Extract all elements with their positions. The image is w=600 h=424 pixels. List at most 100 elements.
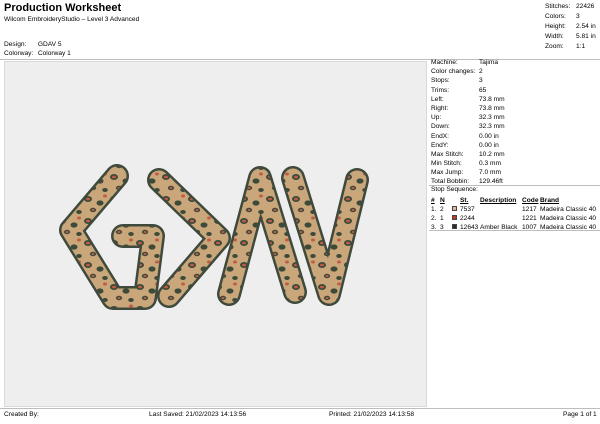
info-row: Min Stitch: 0.3 mm	[431, 160, 599, 169]
row-description	[480, 205, 522, 214]
info-label: Machine:	[431, 59, 458, 66]
info-label: Color changes:	[431, 68, 476, 76]
col-brand: Brand	[540, 197, 560, 204]
info-value: 129.46ft	[479, 178, 503, 186]
row-brand: Madeira Classic 40	[540, 215, 597, 222]
info-row: Left: 73.8 mm	[431, 96, 599, 105]
info-row: Right: 73.8 mm	[431, 105, 599, 114]
table-row: 1. 2 7537 1217 Madeira Classic 40	[431, 205, 599, 214]
barcode	[4, 25, 62, 38]
stat-value: 22426	[576, 3, 595, 10]
stat-label: Width:	[545, 33, 564, 40]
info-label: Right:	[431, 104, 449, 112]
row-code: 1217	[522, 206, 537, 213]
design-preview	[4, 61, 427, 407]
stop-sequence-title: Stop Sequence:	[431, 186, 478, 193]
letters-group	[59, 164, 369, 310]
col-description: Description	[480, 197, 517, 204]
colorway-label: Colorway:	[4, 50, 34, 57]
table-row: 2. 1 2244 1221 Madeira Classic 40	[431, 214, 599, 223]
info-value: Tajima	[479, 59, 499, 66]
stat-value: 5.81 in	[576, 33, 596, 40]
info-row: Max Stitch: 10.2 mm	[431, 151, 599, 160]
info-value: 2	[479, 68, 483, 76]
stat-row-zoom: Zoom: 1:1	[545, 43, 599, 53]
info-row: EndY: 0.00 in	[431, 142, 599, 151]
stat-label: Zoom:	[545, 43, 564, 50]
col-n: N	[440, 197, 445, 204]
printed-date: Printed: 21/02/2023 14:13:58	[329, 411, 415, 418]
row-description	[480, 214, 522, 223]
page-number: Page 1 of 1	[563, 411, 597, 418]
info-value: 73.8 mm	[479, 95, 505, 103]
letter-g	[59, 164, 165, 310]
info-row: Trims: 65	[431, 87, 599, 96]
col-swatch	[452, 196, 460, 205]
color-swatch	[452, 206, 457, 211]
stat-row-width: Width: 5.81 in	[545, 33, 599, 43]
info-value: 0.00 in	[479, 141, 499, 149]
info-value: 32.3 mm	[479, 114, 505, 122]
info-label: Min Stitch:	[431, 160, 462, 168]
colorway-row: Colorway: Colorway 1	[4, 50, 71, 57]
row-st: 2244	[460, 215, 475, 222]
row-n: 2	[440, 206, 444, 213]
stop-table-header: # N St. Description Code Brand	[431, 196, 599, 205]
info-label: Trims:	[431, 86, 450, 94]
stat-label: Stitches:	[545, 3, 571, 10]
page-title: Production Worksheet	[4, 2, 122, 14]
stat-row-colors: Colors: 3	[545, 13, 599, 23]
embroidery-design	[59, 164, 369, 310]
footer-divider	[0, 408, 600, 409]
software-name: Wilcom EmbroideryStudio – Level 3 Advanc…	[4, 16, 140, 23]
info-value: 3	[479, 77, 483, 85]
row-code: 1221	[522, 215, 537, 222]
stat-label: Colors:	[545, 13, 566, 20]
stat-label: Height:	[545, 23, 566, 30]
row-brand: Madeira Classic 40	[540, 206, 597, 213]
letter-greater-than	[147, 168, 231, 308]
info-row: EndX: 0.00 in	[431, 133, 599, 142]
stat-row-height: Height: 2.54 in	[545, 23, 599, 33]
info-label: Stops:	[431, 77, 450, 85]
letter-lambda	[217, 166, 307, 306]
color-swatch	[452, 215, 457, 220]
info-label: Left:	[431, 95, 444, 103]
info-value: 0.00 in	[479, 132, 499, 140]
swatch-cell	[452, 205, 460, 214]
row-n: 1	[440, 215, 444, 222]
info-label: Up:	[431, 114, 442, 122]
stop-sequence-table: # N St. Description Code Brand 1. 2 7537…	[431, 196, 599, 232]
row-num: 1.	[431, 206, 437, 213]
info-row: Stops: 3	[431, 77, 599, 86]
created-by: Created By:	[4, 411, 39, 418]
stat-value: 1:1	[576, 43, 586, 50]
design-name-row: Design: GDAV 5	[4, 41, 62, 48]
design-label: Design:	[4, 41, 27, 48]
table-divider	[429, 230, 600, 231]
design-value: GDAV 5	[37, 41, 62, 48]
row-num: 2.	[431, 215, 437, 222]
info-row: Machine: Tajima	[431, 59, 599, 68]
summary-stats: Stitches: 22426 Colors: 3 Height: 2.54 in W…	[545, 3, 599, 53]
info-value: 10.2 mm	[479, 150, 505, 158]
info-row: Down: 32.3 mm	[431, 123, 599, 132]
info-row: Color changes: 2	[431, 68, 599, 77]
info-label: EndX:	[431, 132, 449, 140]
info-label: Max Stitch:	[431, 150, 464, 158]
info-value: 0.3 mm	[479, 160, 501, 168]
info-label: EndY:	[431, 141, 449, 149]
worksheet-page: Production Worksheet Wilcom EmbroiderySt…	[0, 0, 600, 424]
info-row: Up: 32.3 mm	[431, 114, 599, 123]
col-code: Code	[522, 197, 539, 204]
stat-value: 2.54 in	[576, 23, 596, 30]
info-value: 65	[479, 86, 487, 94]
info-value: 7.0 mm	[479, 169, 501, 177]
col-num: #	[431, 197, 435, 204]
color-swatch	[452, 224, 457, 229]
stat-row-stitches: Stitches: 22426	[545, 3, 599, 13]
info-row: Max Jump: 7.0 mm	[431, 169, 599, 178]
last-saved: Last Saved: 21/02/2023 14:13:56	[149, 411, 247, 418]
col-st: St.	[460, 197, 469, 204]
machine-info-list: Machine: Tajima Color changes: 2 Stops: 3 T…	[431, 59, 599, 188]
